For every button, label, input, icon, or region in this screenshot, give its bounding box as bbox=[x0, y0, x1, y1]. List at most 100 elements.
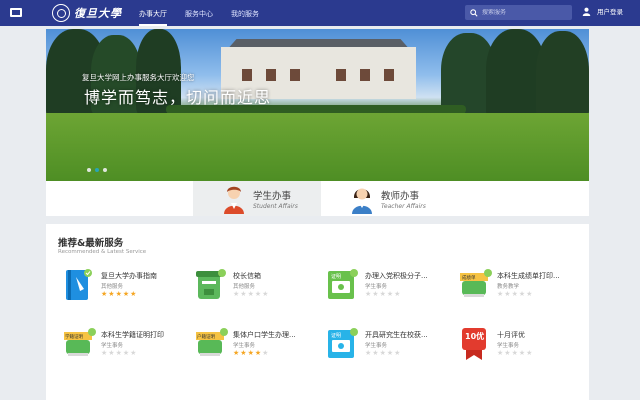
university-logo[interactable]: 復旦大學 bbox=[52, 3, 122, 23]
rating-stars: ★ ★ ★ ★ ★ bbox=[101, 290, 136, 298]
window-icon[interactable] bbox=[10, 8, 22, 17]
star-empty-icon: ★ bbox=[122, 349, 130, 357]
building-window bbox=[360, 69, 370, 81]
service-name: 校长信箱 bbox=[233, 272, 261, 280]
banner-title: 博学而笃志，切问而近思 bbox=[84, 88, 272, 107]
star-empty-icon: ★ bbox=[262, 349, 269, 357]
service-card[interactable]: 证明 办理入党积极分子... 学生事务 ★ ★ ★ ★ ★ bbox=[326, 267, 446, 307]
star-empty-icon: ★ bbox=[504, 349, 511, 357]
award-icon: 10优 bbox=[462, 328, 486, 360]
tab-student-affairs[interactable]: 学生办事 Student Affairs bbox=[193, 181, 321, 216]
tab-student-label: 学生办事 bbox=[253, 190, 292, 202]
service-name: 办理入党积极分子... bbox=[365, 272, 428, 280]
icon-label: 10优 bbox=[465, 331, 484, 341]
carousel-dots bbox=[87, 168, 107, 172]
service-card[interactable]: 10优 十月评优 学生事务 ★ ★ ★ ★ ★ bbox=[458, 326, 578, 366]
certificate-icon: 证明 bbox=[328, 328, 358, 358]
user-icon bbox=[582, 7, 591, 16]
search-icon[interactable] bbox=[470, 8, 478, 17]
user-login-label[interactable]: 用户登录 bbox=[597, 6, 623, 16]
star-empty-icon: ★ bbox=[365, 290, 372, 298]
services-subtitle: Recommended & Latest Service bbox=[58, 249, 147, 255]
book-icon bbox=[66, 269, 92, 300]
star-empty-icon: ★ bbox=[526, 349, 533, 357]
rating-stars: ★ ★ ★ ★ ★ bbox=[101, 349, 136, 357]
tab-teacher-affairs[interactable]: 教师办事 Teacher Affairs bbox=[321, 181, 449, 216]
service-card[interactable]: 成绩单 本科生成绩单打印... 教务教学 ★ ★ ★ ★ ★ bbox=[458, 267, 578, 307]
star-filled-icon: ★ bbox=[122, 290, 130, 298]
icon-label: 成绩单 bbox=[462, 274, 476, 281]
star-empty-icon: ★ bbox=[365, 349, 372, 357]
service-card[interactable]: 证明 开具研究生在校获... 学生事务 ★ ★ ★ ★ ★ bbox=[326, 326, 446, 366]
building-window bbox=[290, 69, 300, 81]
banner-subtitle: 复旦大学网上办事服务大厅欢迎您 bbox=[82, 73, 195, 82]
teacher-avatar-icon bbox=[349, 184, 375, 214]
service-category: 学生事务 bbox=[233, 343, 256, 349]
service-name: 开具研究生在校获... bbox=[365, 331, 428, 339]
star-empty-icon: ★ bbox=[379, 290, 386, 298]
star-empty-icon: ★ bbox=[247, 290, 254, 298]
icon-label: 户籍证明 bbox=[197, 333, 215, 340]
building-window bbox=[336, 69, 346, 81]
star-empty-icon: ★ bbox=[262, 290, 269, 298]
star-empty-icon: ★ bbox=[386, 349, 394, 357]
star-filled-icon: ★ bbox=[115, 290, 122, 298]
service-category: 教务教学 bbox=[497, 284, 520, 290]
icon-label: 学籍证明 bbox=[65, 333, 83, 340]
hero-banner: 复旦大学网上办事服务大厅欢迎您 博学而笃志，切问而近思 bbox=[46, 29, 589, 181]
service-category: 学生事务 bbox=[365, 284, 388, 290]
affairs-tabs: 学生办事 Student Affairs 教师办事 Teacher Affair… bbox=[46, 181, 589, 216]
services-title: 推荐&最新服务 bbox=[58, 238, 124, 249]
service-name: 复旦大学办事指南 bbox=[101, 272, 157, 280]
certificate-icon: 户籍证明 bbox=[196, 328, 228, 356]
mailbox-icon bbox=[196, 269, 226, 299]
star-empty-icon: ★ bbox=[372, 349, 379, 357]
rating-stars: ★ ★ ★ ★ ★ bbox=[365, 290, 400, 298]
star-empty-icon: ★ bbox=[379, 349, 386, 357]
certificate-icon: 学籍证明 bbox=[64, 328, 96, 356]
star-filled-icon: ★ bbox=[101, 290, 108, 298]
top-bar: 復旦大學 办事大厅 服务中心 我的服务 用户登录 bbox=[0, 0, 640, 26]
rating-stars: ★ ★ ★ ★ ★ bbox=[497, 349, 532, 357]
service-card[interactable]: 校长信箱 其他服务 ★ ★ ★ ★ ★ bbox=[194, 267, 314, 307]
service-card[interactable]: 复旦大学办事指南 其他服务 ★ ★ ★ ★ ★ bbox=[62, 267, 182, 307]
star-filled-icon: ★ bbox=[247, 349, 254, 357]
star-filled-icon: ★ bbox=[233, 349, 240, 357]
transcript-icon: 成绩单 bbox=[460, 269, 492, 297]
recommended-services-panel: 推荐&最新服务 Recommended & Latest Service 复旦大… bbox=[46, 224, 589, 400]
star-empty-icon: ★ bbox=[101, 349, 108, 357]
star-filled-icon: ★ bbox=[240, 349, 247, 357]
banner-tree bbox=[536, 31, 589, 119]
student-avatar-icon bbox=[221, 184, 247, 214]
service-name: 集体户口学生办理... bbox=[233, 331, 296, 339]
rating-stars: ★ ★ ★ ★ ★ bbox=[233, 290, 268, 298]
service-name: 本科生成绩单打印... bbox=[497, 272, 560, 280]
star-filled-icon: ★ bbox=[130, 290, 137, 298]
service-category: 学生事务 bbox=[497, 343, 520, 349]
service-name: 十月评优 bbox=[497, 331, 525, 339]
search-input[interactable] bbox=[482, 9, 567, 16]
star-empty-icon: ★ bbox=[130, 349, 137, 357]
star-empty-icon: ★ bbox=[394, 349, 401, 357]
carousel-dot[interactable] bbox=[103, 168, 107, 172]
search-box[interactable] bbox=[465, 5, 572, 20]
icon-label: 证明 bbox=[331, 273, 341, 280]
service-category: 学生事务 bbox=[101, 343, 124, 349]
service-card[interactable]: 户籍证明 集体户口学生办理... 学生事务 ★ ★ ★ ★ ★ bbox=[194, 326, 314, 366]
carousel-dot-active[interactable] bbox=[95, 168, 99, 172]
star-empty-icon: ★ bbox=[497, 349, 504, 357]
star-filled-icon: ★ bbox=[108, 290, 115, 298]
nav-item-service-hall[interactable]: 办事大厅 bbox=[130, 0, 176, 26]
logo-text: 復旦大學 bbox=[74, 7, 122, 20]
star-empty-icon: ★ bbox=[511, 290, 518, 298]
service-card[interactable]: 学籍证明 本科生学籍证明打印 学生事务 ★ ★ ★ ★ ★ bbox=[62, 326, 182, 366]
user-login[interactable]: 用户登录 bbox=[582, 6, 623, 16]
carousel-dot[interactable] bbox=[87, 168, 91, 172]
rating-stars: ★ ★ ★ ★ ★ bbox=[365, 349, 400, 357]
nav-item-my-services[interactable]: 我的服务 bbox=[222, 0, 268, 26]
tab-student-sublabel: Student Affairs bbox=[253, 202, 298, 210]
nav-item-service-center[interactable]: 服务中心 bbox=[176, 0, 222, 26]
star-empty-icon: ★ bbox=[394, 290, 401, 298]
service-name: 本科生学籍证明打印 bbox=[101, 331, 164, 339]
star-empty-icon: ★ bbox=[386, 290, 394, 298]
